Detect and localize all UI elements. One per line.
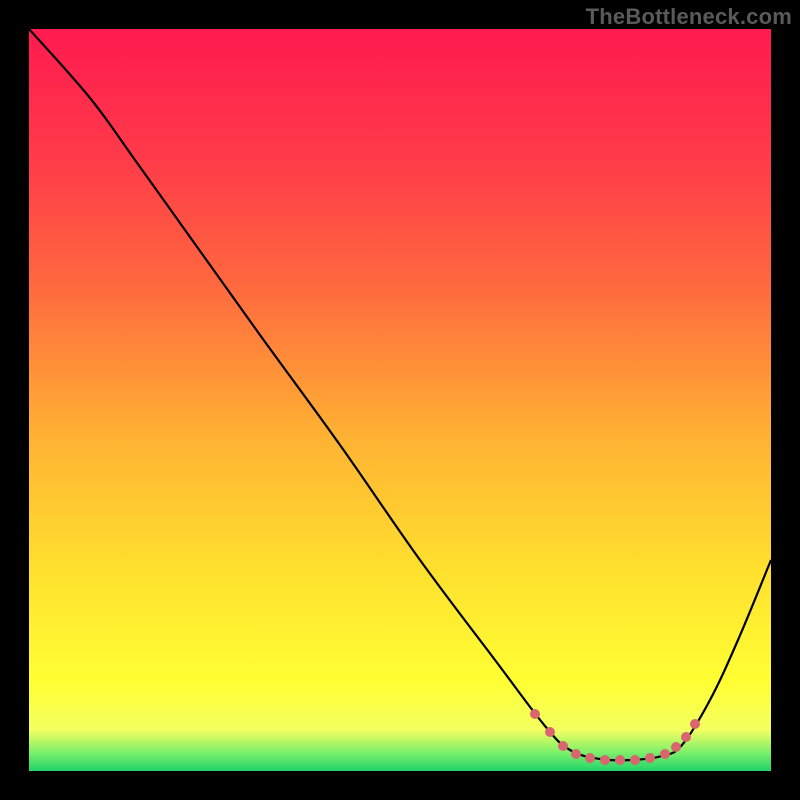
optimal-marker [558,741,568,751]
optimal-marker [571,749,581,759]
optimal-marker [660,749,670,759]
optimal-marker [615,755,625,765]
optimal-marker [545,727,555,737]
gradient-background [29,29,771,771]
optimal-marker [585,753,595,763]
chart-container: { "watermark": "TheBottleneck.com", "plo… [0,0,800,800]
bottleneck-chart [0,0,800,800]
optimal-marker [690,719,700,729]
optimal-marker [645,753,655,763]
optimal-marker [681,732,691,742]
optimal-marker [600,755,610,765]
optimal-marker [530,709,540,719]
optimal-marker [630,755,640,765]
optimal-marker [671,742,681,752]
watermark-text: TheBottleneck.com [586,4,792,30]
